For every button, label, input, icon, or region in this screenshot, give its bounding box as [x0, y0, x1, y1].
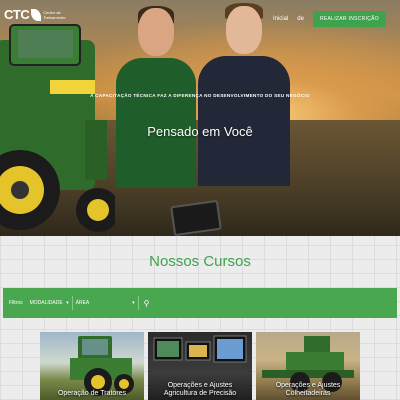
modality-select-value: MODALIDADE	[29, 300, 63, 306]
courses-title: Nossos Cursos	[149, 253, 251, 270]
modality-select[interactable]: MODALIDADE ▾	[27, 296, 73, 310]
course-card[interactable]: Operações e Ajustes Agricultura de Preci…	[148, 332, 252, 400]
nav-link-home[interactable]: Inicial	[273, 16, 288, 22]
course-filter-bar: Filtros MODALIDADE ▾ ÁREA ▾ ⚲	[3, 288, 397, 318]
logo-text: CTC	[4, 7, 30, 22]
site-logo[interactable]: CTC Centro de Treinamento	[4, 7, 69, 22]
course-card[interactable]: Operações e Ajustes Colheitadeiras	[256, 332, 360, 400]
logo-subtitle: Centro de Treinamento	[43, 9, 66, 20]
logo-leaf-icon	[31, 8, 42, 21]
course-card-caption: Operações e Ajustes Colheitadeiras	[275, 382, 341, 397]
chevron-down-icon: ▾	[132, 300, 135, 306]
chevron-down-icon: ▾	[66, 300, 69, 306]
top-nav: Inicial de REALIZAR INSCRIÇÃO	[273, 11, 386, 27]
area-select[interactable]: ÁREA ▾	[73, 296, 139, 310]
course-card[interactable]: Operação de Tratores	[40, 332, 144, 400]
filter-label: Filtros	[9, 300, 23, 306]
course-card-caption: Operações e Ajustes Agricultura de Preci…	[163, 382, 237, 397]
tablet-device	[170, 199, 222, 236]
enroll-button[interactable]: REALIZAR INSCRIÇÃO	[312, 11, 386, 27]
courses-section: Nossos Cursos Filtros MODALIDADE ▾ ÁREA …	[0, 236, 400, 400]
search-icon[interactable]: ⚲	[144, 299, 150, 308]
hero-banner: CTC Centro de Treinamento Inicial de REA…	[0, 0, 400, 236]
course-card-caption: Operação de Tratores	[57, 390, 127, 397]
person-left	[116, 6, 196, 236]
nav-link-secondary[interactable]: de	[297, 16, 304, 22]
hero-title: Pensado em Você	[147, 124, 253, 139]
hero-tagline: A CAPACITAÇÃO TÉCNICA FAZ A DIFERENÇA NO…	[90, 93, 310, 98]
area-select-value: ÁREA	[75, 300, 90, 306]
